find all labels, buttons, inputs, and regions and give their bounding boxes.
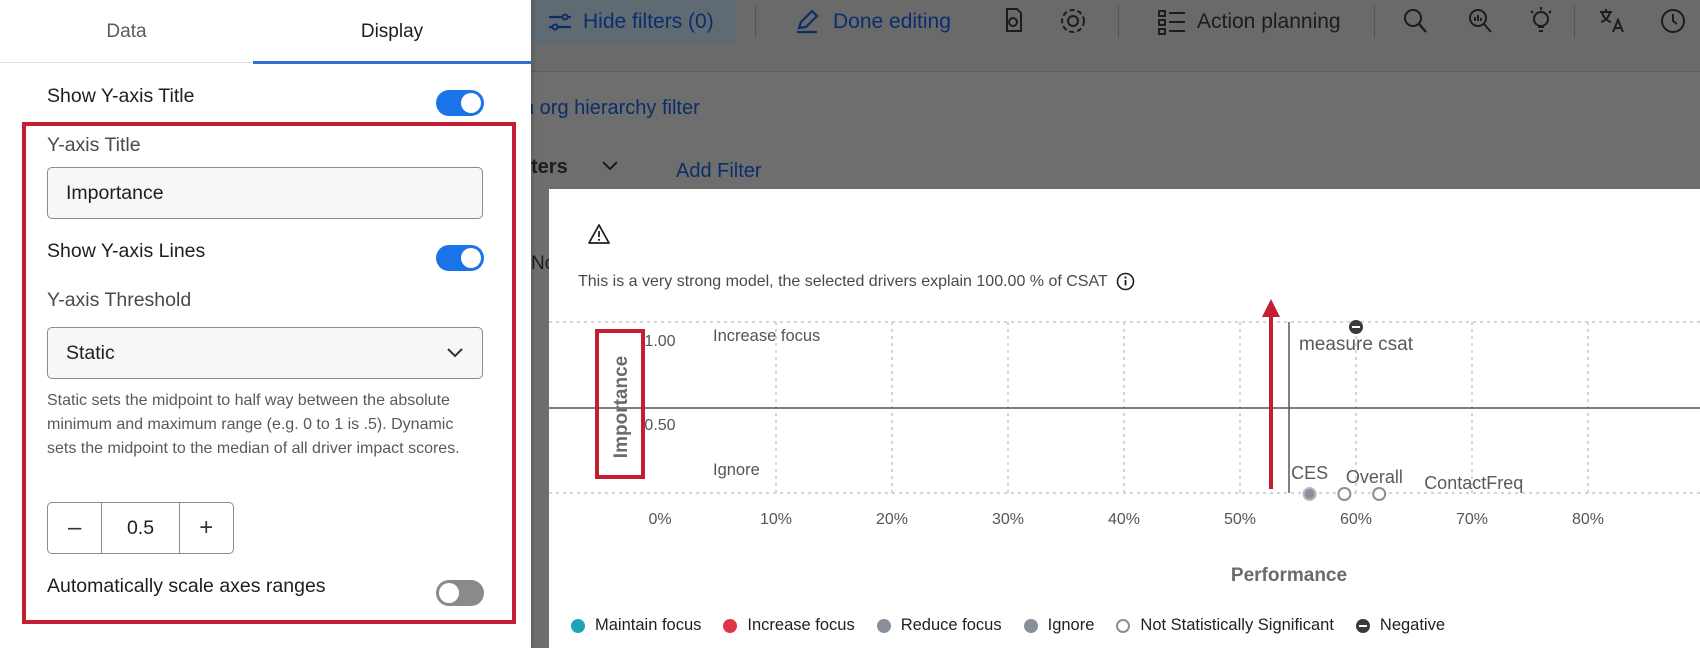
x-tick-label: 50% — [1224, 511, 1256, 528]
show-y-lines-label: Show Y-axis Lines — [47, 240, 206, 262]
toolbar-divider — [1574, 6, 1575, 38]
list-icon — [1158, 10, 1185, 35]
quadrant-label-ignore: Ignore — [713, 461, 760, 479]
legend-swatch — [1355, 618, 1370, 633]
scatter-chart: 0% 10% 20% 30% 40% 50% 60% 70% 80% 1.00 0.50 Incre… — [549, 299, 1700, 586]
chevron-down-icon[interactable] — [601, 160, 619, 172]
org-hierarchy-filter-link[interactable]: n org hierarchy filter — [523, 97, 700, 120]
point-not-significant[interactable] — [1337, 487, 1352, 501]
y-title-label: Y-axis Title — [47, 134, 141, 156]
lightbulb-icon[interactable] — [1527, 6, 1555, 36]
chart-legend: Maintain focus Increase focus Reduce focus… — [571, 616, 1467, 635]
x-tick-label: 20% — [876, 511, 908, 528]
legend-swatch — [1116, 618, 1131, 633]
toolbar-divider — [755, 6, 756, 38]
y-threshold-select[interactable]: Static — [47, 327, 483, 379]
clock-icon[interactable] — [1659, 6, 1687, 36]
done-editing-button[interactable]: Done editing — [793, 0, 951, 44]
add-filter-link[interactable]: Add Filter — [676, 160, 762, 183]
toggle-knob — [439, 583, 459, 603]
point-label: CES — [1291, 463, 1328, 483]
tab-display[interactable]: Display — [253, 0, 531, 64]
show-y-lines-toggle[interactable] — [436, 245, 484, 271]
point-label: Overall — [1346, 467, 1403, 487]
x-tick-label: 30% — [992, 511, 1024, 528]
legend-label: Maintain focus — [595, 616, 702, 634]
search-text-icon[interactable] — [1401, 6, 1429, 36]
y-title-value: Importance — [66, 181, 164, 204]
toolbar-divider — [1118, 6, 1119, 38]
legend-swatch — [571, 618, 585, 633]
legend-label: Increase focus — [747, 616, 855, 634]
search-chart-icon[interactable] — [1466, 6, 1494, 36]
axis-ticks: 0% 10% 20% 30% 40% 50% 60% 70% 80% 1.00 0.50 — [644, 333, 1604, 528]
show-y-title-toggle[interactable] — [436, 90, 484, 116]
auto-scale-label: Automatically scale axes ranges — [47, 575, 326, 597]
toggle-knob — [461, 248, 481, 268]
display-settings-panel: Data Display Show Y-axis Title Y-axis Ti… — [0, 0, 531, 648]
top-toolbar: Hide filters (0) Done editing Action pla… — [531, 0, 1700, 72]
key-driver-chart-card: This is a very strong model, the selecte… — [549, 189, 1700, 648]
action-planning-label: Action planning — [1197, 10, 1341, 33]
threshold-stepper: – 0.5 + — [47, 502, 234, 554]
legend-item: Negative — [1355, 616, 1446, 635]
increment-button[interactable]: + — [180, 503, 233, 553]
chevron-down-icon — [447, 348, 463, 358]
chart-points: measure csat CES Overall ContactFreq — [1291, 320, 1523, 501]
legend-item: Reduce focus — [876, 616, 1002, 635]
y-title-input[interactable]: Importance — [47, 167, 483, 219]
y-threshold-selected: Static — [66, 341, 115, 364]
legend-swatch — [723, 618, 738, 633]
legend-item: Increase focus — [723, 616, 855, 635]
filters-dropdown-label[interactable]: ters — [531, 156, 568, 179]
legend-swatch — [876, 618, 891, 633]
legend-label: Negative — [1379, 616, 1446, 634]
quadrant-label-increase-focus: Increase focus — [713, 327, 820, 345]
point-reduce-focus[interactable] — [1302, 487, 1317, 501]
point-label: ContactFreq — [1424, 473, 1523, 493]
insights-icon[interactable] — [999, 6, 1027, 36]
point-not-significant[interactable] — [1372, 487, 1387, 501]
y-tick-label: 1.00 — [644, 333, 675, 350]
gear-icon[interactable] — [1059, 6, 1087, 36]
y-threshold-label: Y-axis Threshold — [47, 289, 192, 311]
stepper-value[interactable]: 0.5 — [101, 503, 180, 553]
panel-tabs: Data Display — [0, 0, 531, 64]
x-axis-title: Performance — [1231, 565, 1347, 586]
annotation-arrow-head — [1262, 299, 1280, 317]
edit-icon — [797, 9, 819, 34]
translate-icon[interactable] — [1597, 6, 1625, 36]
decrement-button[interactable]: – — [48, 503, 101, 553]
legend-item: Not Statistically Significant — [1116, 616, 1334, 635]
legend-label: Ignore — [1047, 616, 1095, 634]
point-label: measure csat — [1299, 334, 1414, 355]
y-axis-title: Importance — [611, 356, 632, 458]
x-tick-label: 80% — [1572, 511, 1604, 528]
toggle-knob — [461, 93, 481, 113]
hide-filters-label: Hide filters (0) — [583, 10, 714, 33]
legend-label: Reduce focus — [900, 616, 1002, 634]
legend-label: Not Statistically Significant — [1140, 616, 1334, 634]
toolbar-divider — [1374, 6, 1375, 38]
action-planning-button[interactable]: Action planning — [1157, 0, 1341, 44]
x-tick-label: 10% — [760, 511, 792, 528]
x-tick-label: 0% — [648, 511, 671, 528]
y-tick-label: 0.50 — [644, 417, 675, 434]
tab-data[interactable]: Data — [0, 0, 253, 63]
hide-filters-button[interactable]: Hide filters (0) — [531, 0, 737, 44]
filter-icon — [549, 13, 571, 31]
done-editing-label: Done editing — [833, 10, 951, 33]
auto-scale-toggle[interactable] — [436, 580, 484, 606]
threshold-help-text: Static sets the midpoint to half way bet… — [47, 392, 460, 457]
x-tick-label: 40% — [1108, 511, 1140, 528]
legend-item: Ignore — [1023, 616, 1095, 635]
legend-item: Maintain focus — [571, 616, 701, 635]
show-y-title-label: Show Y-axis Title — [47, 85, 195, 107]
legend-swatch — [1023, 618, 1038, 633]
x-tick-label: 70% — [1456, 511, 1488, 528]
x-tick-label: 60% — [1340, 511, 1372, 528]
